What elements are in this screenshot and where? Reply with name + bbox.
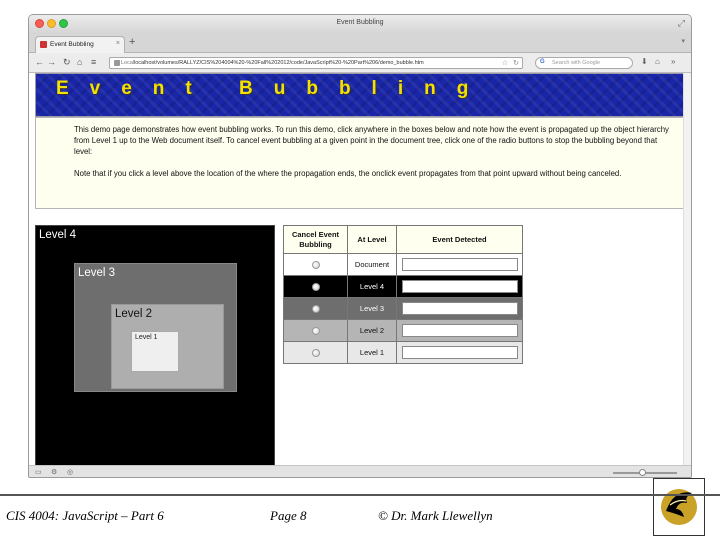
footer-divider: [0, 494, 720, 496]
title-bar: Event Bubbling ⤢: [29, 15, 691, 33]
search-input[interactable]: G Search with Google: [535, 57, 633, 69]
table-row: Level 3: [283, 297, 523, 320]
col-at-level: At Level: [347, 225, 397, 254]
level-1-box[interactable]: Level 1: [131, 331, 179, 372]
settings-icon[interactable]: ⚙: [51, 468, 57, 476]
window-title: Event Bubbling: [336, 19, 384, 26]
table-row: Level 2: [283, 319, 523, 342]
slide-footer: CIS 4004: JavaScript – Part 6 Page 8 © D…: [0, 494, 720, 540]
table-row: Document: [283, 253, 523, 276]
google-icon: G: [540, 59, 545, 65]
overflow-menu-icon[interactable]: »: [671, 57, 675, 66]
url-text: localhost/volumes/RALLYZ/CIS%204004%20-%…: [134, 60, 424, 66]
page-title: Event Bubbling: [56, 78, 490, 99]
tab-list-chevron-icon[interactable]: ▾: [681, 37, 685, 45]
bubbling-table: Cancel Event Bubbling At Level Event Det…: [283, 225, 523, 364]
event-detected-field[interactable]: [401, 324, 518, 337]
footer-course: CIS 4004: JavaScript – Part 6: [6, 508, 164, 523]
level-2-label: Level 2: [115, 308, 153, 320]
navigation-bar: ← → ↻ ⌂ ≡ Local localhost/volumes/RALLYZ…: [29, 53, 691, 73]
sidebar-toggle-icon[interactable]: ▭: [35, 468, 42, 476]
page-viewport: Event Bubbling This demo page demonstrat…: [29, 73, 691, 466]
table-header-row: Cancel Event Bubbling At Level Event Det…: [283, 225, 523, 254]
event-detected-field[interactable]: [401, 258, 518, 271]
fullscreen-icon[interactable]: ⤢: [678, 18, 685, 29]
level-2-box[interactable]: Level 2 Level 1: [111, 304, 224, 389]
zoom-slider-knob[interactable]: [639, 469, 646, 476]
forward-button[interactable]: →: [47, 57, 56, 67]
event-detected-field[interactable]: [401, 302, 518, 315]
url-bar[interactable]: Local localhost/volumes/RALLYZ/CIS%20400…: [109, 57, 523, 69]
zoom-slider[interactable]: [613, 469, 677, 476]
level-4-label: Level 4: [39, 229, 77, 241]
table-row: Level 1: [283, 341, 523, 364]
tab-label: Event Bubbling: [50, 41, 94, 48]
footer-page-number: Page 8: [270, 508, 307, 523]
favicon-icon: [40, 41, 47, 48]
cancel-radio-level-4[interactable]: [311, 283, 320, 291]
tab-bar: Event Bubbling × + ▾: [29, 33, 691, 53]
cancel-radio-document[interactable]: [311, 261, 320, 269]
home-button-icon[interactable]: ⌂: [655, 57, 660, 66]
level-4-box[interactable]: Level 4 Level 3 Level 2 Level 1: [35, 225, 275, 466]
vertical-scrollbar[interactable]: [683, 73, 691, 465]
level-3-box[interactable]: Level 3 Level 2 Level 1: [74, 263, 237, 392]
footer-author: © Dr. Mark Llewellyn: [378, 508, 493, 523]
cancel-radio-level-2[interactable]: [311, 327, 320, 335]
level-3-label: Level 3: [78, 267, 116, 279]
level-cell: Level 2: [347, 319, 397, 342]
page-icon: [114, 60, 120, 66]
event-detected-field[interactable]: [401, 346, 518, 359]
table-row: Level 4: [283, 275, 523, 298]
menu-icon[interactable]: ≡: [91, 57, 96, 67]
level-cell: Document: [347, 253, 397, 276]
description-note: Note that if you click a level above the…: [74, 169, 622, 178]
description-panel: This demo page demonstrates how event bu…: [35, 117, 686, 209]
level-cell: Level 1: [347, 341, 397, 364]
back-button[interactable]: ←: [35, 57, 44, 67]
col-event-detected: Event Detected: [396, 225, 523, 254]
tab-event-bubbling[interactable]: Event Bubbling ×: [35, 36, 125, 53]
extensions-icon[interactable]: ◎: [67, 468, 73, 476]
bookmark-star-icon[interactable]: ☆: [502, 59, 508, 67]
status-bar: ▭ ⚙ ◎: [29, 465, 691, 477]
level-1-label: Level 1: [135, 334, 158, 341]
reload-icon[interactable]: ↻: [63, 57, 71, 67]
search-placeholder: Search with Google: [552, 60, 600, 66]
url-local-label: Local: [121, 60, 135, 66]
description-paragraph: This demo page demonstrates how event bu…: [74, 125, 669, 156]
level-cell: Level 3: [347, 297, 397, 320]
page-banner: Event Bubbling: [35, 73, 686, 117]
browser-window: Event Bubbling ⤢ Event Bubbling × + ▾ ← …: [28, 14, 692, 478]
home-icon[interactable]: ⌂: [77, 57, 82, 67]
col-cancel-bubbling: Cancel Event Bubbling: [283, 225, 348, 254]
downloads-icon[interactable]: ⬇: [641, 57, 648, 66]
new-tab-button[interactable]: +: [129, 36, 135, 48]
event-detected-field[interactable]: [401, 280, 518, 293]
cancel-radio-level-3[interactable]: [311, 305, 320, 313]
tab-close-icon[interactable]: ×: [116, 40, 120, 47]
level-cell: Level 4: [347, 275, 397, 298]
url-reload-icon[interactable]: ↻: [513, 59, 519, 67]
cancel-radio-level-1[interactable]: [311, 349, 320, 357]
